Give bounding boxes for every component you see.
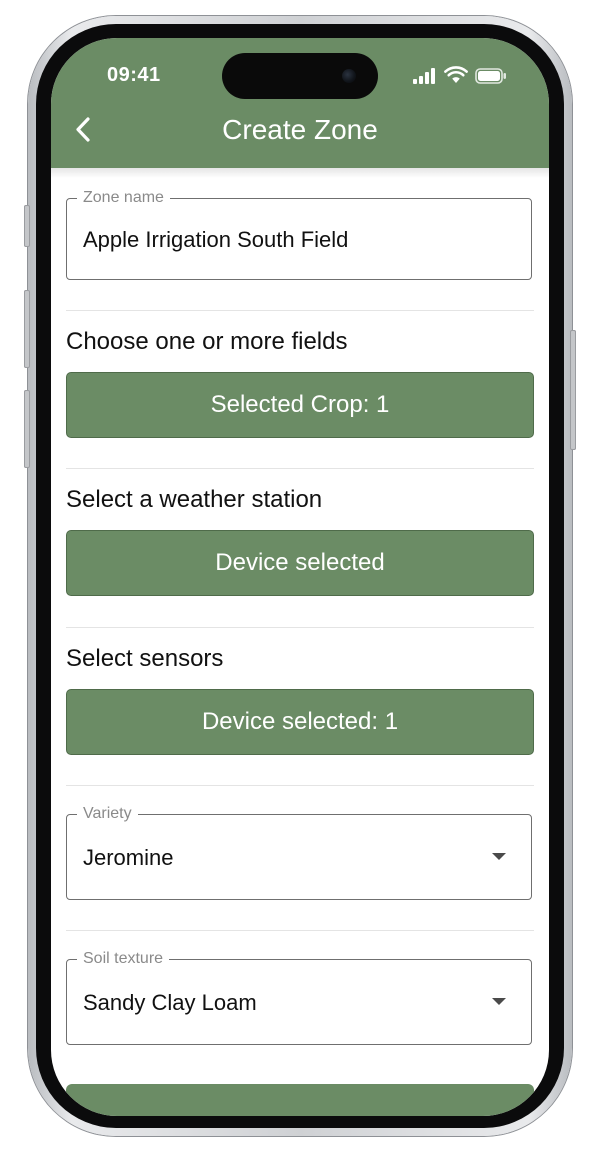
divider [66,468,534,469]
wifi-icon [444,66,468,83]
battery-icon [475,68,506,84]
dropdown-caret-icon [492,853,506,860]
sensors-heading: Select sensors [66,645,224,672]
status-time: 09:41 [107,64,161,86]
weather-station-heading: Select a weather station [66,486,323,513]
soil-texture-select[interactable]: Soil texture Sandy Clay Loam [66,950,532,1045]
volume-up-button [24,290,30,368]
variety-value: Jeromine [83,845,174,870]
submit-button[interactable] [66,1084,534,1116]
soil-texture-label: Soil texture [77,950,170,968]
variety-label: Variety [77,805,138,823]
power-button [570,330,576,450]
app-screen: 09:41 Create Zone Zone name Apple Irriga… [51,38,549,1116]
zone-name-label: Zone name [77,189,170,207]
header-shadow [51,168,549,178]
dynamic-island [222,53,378,99]
camera-icon [342,69,356,83]
variety-select[interactable]: Variety Jeromine [66,805,532,900]
soil-texture-value: Sandy Clay Loam [83,990,257,1015]
divider [66,785,534,786]
zone-name-field[interactable]: Zone name Apple Irrigation South Field [66,189,532,280]
select-weather-station-button[interactable]: Device selected [66,530,534,596]
action-button [24,205,30,247]
status-icons [413,66,513,86]
fields-heading: Choose one or more fields [66,328,348,355]
select-fields-button[interactable]: Selected Crop: 1 [66,372,534,438]
divider [66,627,534,628]
page-title: Create Zone [222,114,378,145]
dropdown-caret-icon [492,998,506,1005]
app-header: 09:41 Create Zone [51,38,549,168]
divider [66,310,534,311]
volume-down-button [24,390,30,468]
select-sensors-button[interactable]: Device selected: 1 [66,689,534,755]
cellular-signal-icon [413,68,435,84]
divider [66,930,534,931]
zone-name-input[interactable]: Apple Irrigation South Field [83,227,348,253]
